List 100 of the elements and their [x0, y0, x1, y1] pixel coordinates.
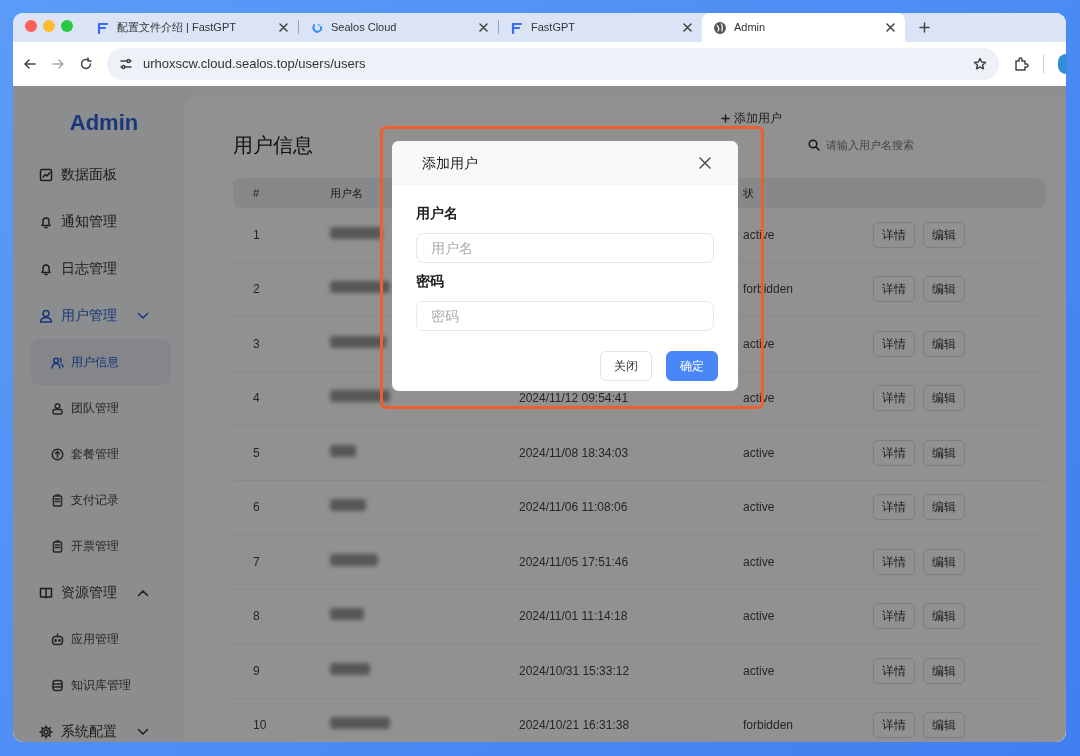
- reload-icon[interactable]: [79, 57, 93, 71]
- sidebar-subitem[interactable]: 知识库管理: [13, 662, 185, 708]
- details-button[interactable]: 详情: [873, 548, 915, 575]
- tab-title: Admin: [734, 20, 767, 36]
- sidebar-item[interactable]: 通知管理: [13, 198, 185, 245]
- created-time: 2024/11/05 17:51:46: [519, 554, 629, 569]
- close-button[interactable]: [698, 156, 712, 170]
- input-field[interactable]: 密码: [416, 301, 714, 331]
- edit-button[interactable]: 编辑: [923, 494, 965, 521]
- edit-button[interactable]: 编辑: [923, 712, 965, 739]
- column-header: 用户名: [330, 186, 363, 199]
- browser-tab[interactable]: Admin: [702, 13, 905, 42]
- details-button[interactable]: 详情: [873, 276, 915, 303]
- sidebar-item[interactable]: 资源管理: [13, 569, 185, 616]
- sidebar-subitem[interactable]: 应用管理: [13, 616, 185, 662]
- created-time: 2024/11/01 11:14:18: [519, 609, 628, 624]
- status-text: active: [743, 500, 775, 515]
- sidebar-subitem[interactable]: 套餐管理: [13, 431, 185, 477]
- edit-button[interactable]: 编辑: [923, 439, 965, 466]
- close-button[interactable]: 关闭: [600, 351, 652, 381]
- edit-button[interactable]: 编辑: [923, 221, 965, 248]
- created-time: 2024/10/31 15:33:12: [519, 663, 630, 678]
- edit-button[interactable]: 编辑: [923, 276, 965, 303]
- page-title: 用户信息: [233, 133, 313, 157]
- star-icon[interactable]: [973, 57, 987, 71]
- edit-button[interactable]: 编辑: [923, 330, 965, 357]
- blurred-username: [330, 335, 386, 348]
- search-icon: [808, 139, 820, 151]
- url-text: urhoxscw.cloud.sealos.top/users/users: [143, 55, 367, 74]
- back-arrow-icon[interactable]: [23, 57, 37, 71]
- blurred-username: [330, 390, 390, 403]
- status-text: active: [743, 663, 775, 678]
- edit-button[interactable]: 编辑: [923, 548, 965, 575]
- plus-icon: [721, 113, 730, 123]
- sidebar-subitem[interactable]: 支付记录: [13, 477, 185, 523]
- chevron-down-icon[interactable]: [137, 727, 149, 736]
- bell-icon: [39, 261, 53, 276]
- close-icon[interactable]: [886, 23, 895, 32]
- gear-icon: [39, 724, 53, 739]
- address-bar[interactable]: urhoxscw.cloud.sealos.top/users/users: [107, 48, 999, 80]
- close-icon[interactable]: [479, 23, 488, 32]
- database-icon: [51, 678, 64, 692]
- letter-logo-icon: [511, 21, 523, 34]
- sidebar-subitem[interactable]: 用户信息: [31, 339, 171, 385]
- tab-title: FastGPT: [531, 20, 576, 36]
- coin-icon: [51, 447, 64, 461]
- details-button[interactable]: 详情: [873, 439, 915, 466]
- sidebar-item[interactable]: 系统配置: [13, 708, 185, 742]
- dialog-title: 添加用户: [422, 153, 478, 173]
- details-button[interactable]: 详情: [873, 712, 915, 739]
- globe-icon: [714, 21, 726, 34]
- puzzle-piece-icon[interactable]: [1013, 56, 1029, 72]
- row-number: 6: [253, 500, 260, 515]
- details-button[interactable]: 详情: [873, 385, 915, 412]
- users-icon: [51, 355, 64, 369]
- browser-tab[interactable]: FastGPT: [499, 13, 702, 42]
- status-text: active: [743, 554, 775, 569]
- sidebar-item[interactable]: 用户管理: [13, 292, 185, 339]
- details-button[interactable]: 详情: [873, 330, 915, 357]
- edit-button[interactable]: 编辑: [923, 603, 965, 630]
- sidebar-subitem[interactable]: 开票管理: [13, 523, 185, 569]
- details-button[interactable]: 详情: [873, 494, 915, 521]
- browser-tab[interactable]: 配置文件介绍 | FastGPT: [85, 13, 298, 42]
- sidebar-item[interactable]: 日志管理: [13, 245, 185, 292]
- browser-tab[interactable]: Sealos Cloud: [299, 13, 498, 42]
- confirm-button[interactable]: 确定: [666, 351, 718, 381]
- row-number: 2: [253, 282, 260, 297]
- clipboard-icon: [51, 493, 64, 507]
- add-user-button[interactable]: 添加用户: [717, 109, 786, 127]
- close-icon[interactable]: [279, 23, 288, 32]
- sidebar-subitem[interactable]: 团队管理: [13, 385, 185, 431]
- field-label: 用户名: [416, 204, 459, 223]
- blurred-username: [330, 444, 356, 457]
- chevron-down-icon[interactable]: [137, 311, 149, 320]
- row-number: 5: [253, 445, 260, 460]
- plus-icon[interactable]: [919, 22, 930, 33]
- logo-text: Admin: [68, 109, 140, 137]
- bell-icon: [39, 214, 53, 229]
- robot-icon: [51, 632, 64, 646]
- tab-title: Sealos Cloud: [331, 20, 398, 36]
- field-label: 密码: [416, 272, 445, 291]
- details-button[interactable]: 详情: [873, 603, 915, 630]
- row-number: 9: [253, 663, 260, 678]
- edit-button[interactable]: 编辑: [923, 657, 965, 684]
- user-icon: [39, 308, 53, 323]
- site-settings-icon[interactable]: [119, 57, 133, 71]
- row-number: 10: [253, 718, 267, 733]
- created-time: 2024/11/12 09:54:41: [519, 391, 629, 406]
- input-field[interactable]: 用户名: [416, 233, 714, 263]
- search-field[interactable]: 请输入用户名搜索: [826, 136, 1026, 154]
- details-button[interactable]: 详情: [873, 221, 915, 248]
- close-icon[interactable]: [683, 23, 692, 32]
- sidebar-item[interactable]: 数据面板: [13, 151, 185, 198]
- details-button[interactable]: 详情: [873, 657, 915, 684]
- column-header: 状: [743, 186, 754, 199]
- profile-avatar[interactable]: [1058, 54, 1066, 74]
- chevron-up-icon[interactable]: [137, 588, 149, 597]
- row-number: 8: [253, 609, 260, 624]
- blurred-username: [330, 281, 390, 294]
- edit-button[interactable]: 编辑: [923, 385, 965, 412]
